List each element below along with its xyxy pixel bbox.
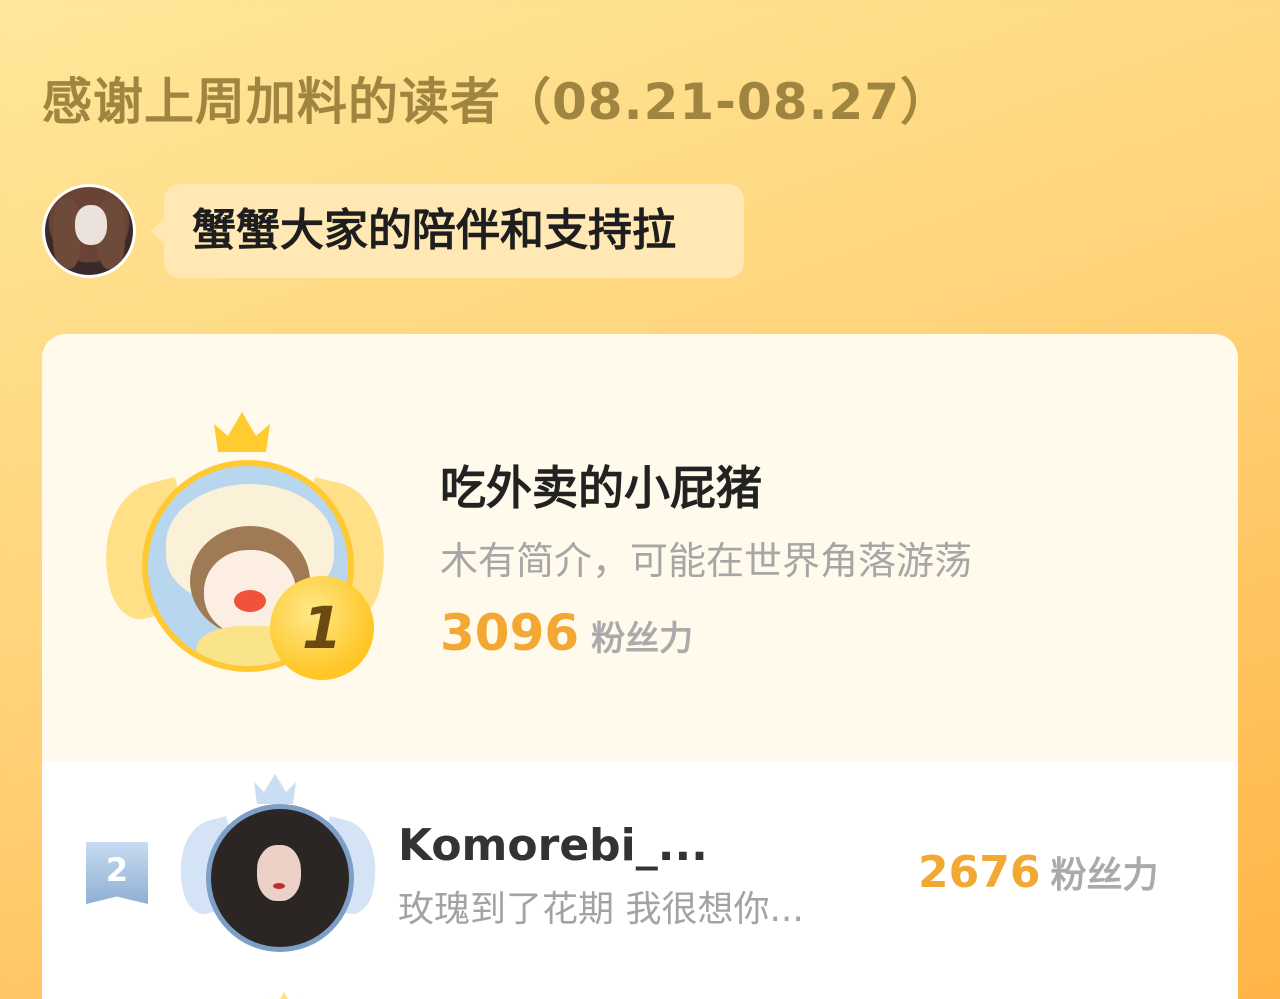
next-rank-crown-icon <box>268 992 300 999</box>
rank-2-name[interactable]: Komorebi_... <box>398 820 708 871</box>
rank-1-section[interactable]: 1 吃外卖的小屁猪 木有简介，可能在世界角落游荡 3096 粉丝力 <box>42 334 1238 762</box>
rank-2-fans-value: 2676 <box>918 847 1041 898</box>
rank-2-row[interactable]: 2 Komorebi_... 玫瑰到了花期 我很想你... 2676 粉丝力 <box>42 762 1238 962</box>
rank-1-name[interactable]: 吃外卖的小屁猪 <box>440 452 762 518</box>
gold-crown-icon <box>214 412 270 452</box>
rank-1-fans: 3096 粉丝力 <box>440 604 693 664</box>
rank-2-badge: 2 <box>86 842 148 904</box>
rank-2-avatar[interactable] <box>206 804 354 952</box>
rank-1-fans-unit: 粉丝力 <box>591 619 694 659</box>
rank-2-fans: 2676 粉丝力 <box>918 846 1158 898</box>
rank-2-fans-unit: 粉丝力 <box>1050 855 1159 896</box>
ranking-card: 1 吃外卖的小屁猪 木有简介，可能在世界角落游荡 3096 粉丝力 2 Komor… <box>42 334 1238 999</box>
rank-1-fans-value: 3096 <box>440 604 580 662</box>
author-avatar[interactable] <box>42 184 136 278</box>
page-title: 感谢上周加料的读者（08.21-08.27） <box>42 73 952 131</box>
rank-2-intro: 玫瑰到了花期 我很想你... <box>398 889 804 930</box>
silver-crown-icon <box>254 774 296 804</box>
author-message-bubble: 蟹蟹大家的陪伴和支持拉 <box>150 184 744 278</box>
rank-1-badge: 1 <box>270 576 374 680</box>
rank-1-intro: 木有简介，可能在世界角落游荡 <box>440 539 973 583</box>
